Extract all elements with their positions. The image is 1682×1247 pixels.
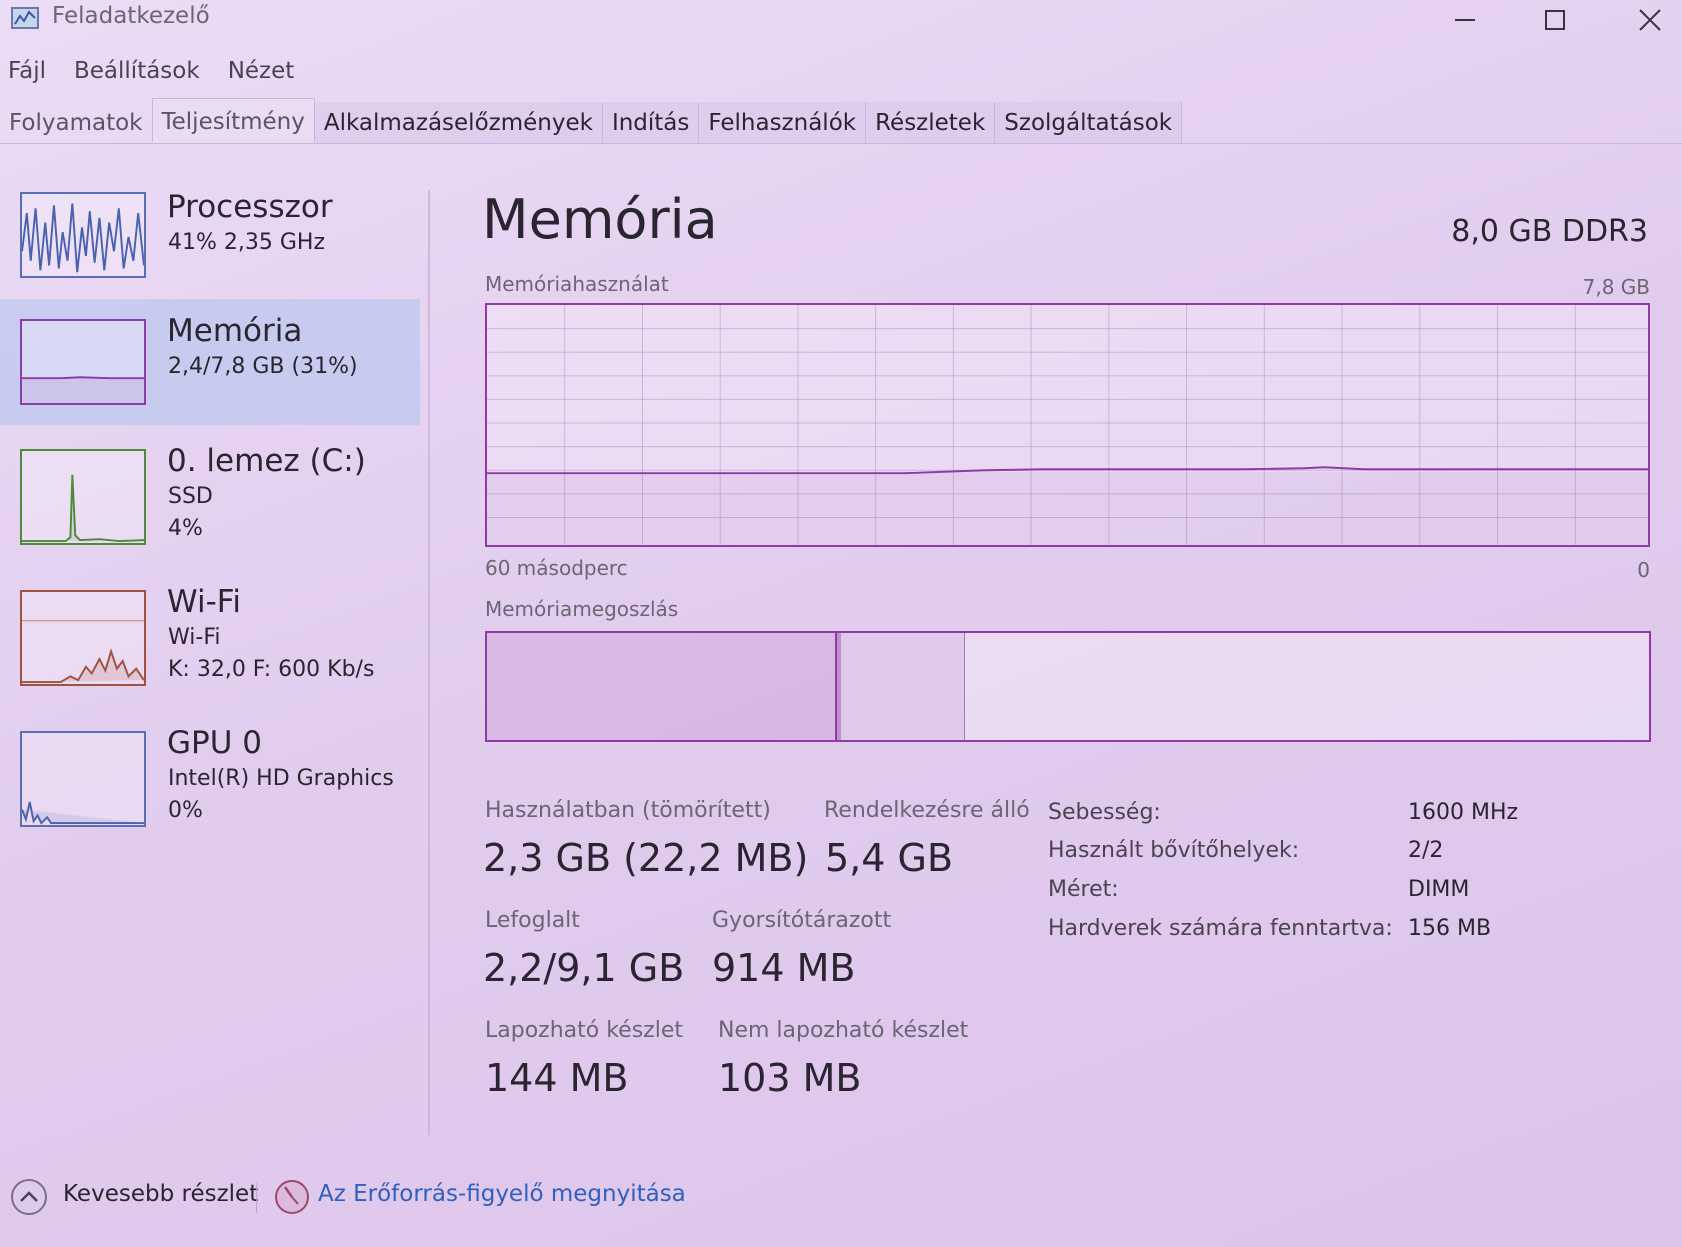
available-label: Rendelkezésre álló [824,798,1030,823]
sidebar-disk-title: 0. lemez (C:) [167,443,366,479]
sidebar-disk-usage: 4% [168,516,203,541]
tab-users[interactable]: Felhasználók [699,102,867,143]
cached-label: Gyorsítótárazott [712,908,892,933]
paged-pool-label: Lapozható készlet [485,1018,683,1043]
gpu-mini-graph [20,731,146,827]
menu-bar: Fájl Beállítások Nézet [0,52,314,90]
tab-performance[interactable]: Teljesítmény [151,98,315,143]
prop-speed-label: Sebesség: [1048,800,1161,825]
committed-label: Lefoglalt [485,908,580,933]
nonpaged-pool-value: 103 MB [718,1056,862,1100]
resource-monitor-icon[interactable] [273,1178,311,1216]
sidebar-wifi-title: Wi-Fi [167,584,241,620]
usage-chart-label: Memóriahasználat [485,272,669,296]
sidebar-gpu-usage: 0% [168,798,203,823]
maximize-button[interactable] [1525,2,1585,38]
window-title: Feladatkezelő [52,3,210,29]
nonpaged-pool-label: Nem lapozható készlet [718,1018,969,1043]
task-manager-app-icon [10,4,42,32]
memory-spec: 8,0 GB DDR3 [1451,214,1648,249]
paged-pool-value: 144 MB [485,1056,629,1100]
prop-form-factor-value: DIMM [1408,877,1470,902]
prop-hardware-reserved-value: 156 MB [1408,916,1492,941]
minimize-icon [1455,19,1475,21]
prop-hardware-reserved-label: Hardverek számára fenntartva: [1048,916,1393,941]
disk-mini-graph [20,449,146,545]
fewer-details-link[interactable]: Kevesebb részlet [63,1181,258,1207]
sidebar-cpu-detail: 41% 2,35 GHz [168,230,326,255]
sidebar-wifi-throughput: K: 32,0 F: 600 Kb/s [168,657,375,682]
wifi-mini-graph [20,590,146,686]
tab-services[interactable]: Szolgáltatások [995,102,1183,143]
tab-processes[interactable]: Folyamatok [0,102,152,143]
footer-bar: Kevesebb részlet Az Erőforrás-figyelő me… [0,1173,800,1221]
composition-free[interactable] [965,633,1649,740]
in-use-label: Használatban (tömörített) [485,798,771,823]
close-icon [1639,9,1661,31]
prop-slots-value: 2/2 [1408,838,1444,863]
cached-value: 914 MB [712,946,856,990]
composition-chart-label: Memóriamegoszlás [485,597,679,621]
memory-composition-chart [485,631,1651,742]
open-resource-monitor-link[interactable]: Az Erőforrás-figyelő megnyitása [318,1181,686,1207]
sidebar-item-memory[interactable]: Memória 2,4/7,8 GB (31%) [0,299,420,425]
sidebar-item-disk[interactable]: 0. lemez (C:) SSD 4% [0,429,420,565]
title-bar: Feladatkezelő [0,0,1682,40]
tab-app-history[interactable]: Alkalmazáselőzmények [314,102,603,143]
cpu-mini-graph [20,192,146,278]
prop-form-factor-label: Méret: [1048,877,1119,902]
prop-slots-label: Használt bővítőhelyek: [1048,838,1300,863]
sidebar-memory-detail: 2,4/7,8 GB (31%) [168,354,358,379]
menu-view[interactable]: Nézet [220,52,303,90]
chevron-up-icon[interactable] [10,1178,48,1216]
composition-standby[interactable] [841,633,965,740]
available-value: 5,4 GB [825,836,954,880]
close-button[interactable] [1620,2,1680,38]
memory-usage-chart [485,303,1650,547]
sidebar-gpu-name: Intel(R) HD Graphics [168,766,394,791]
menu-file[interactable]: Fájl [0,52,54,90]
maximize-icon [1545,10,1565,30]
sidebar-memory-title: Memória [167,313,303,349]
menu-settings[interactable]: Beállítások [66,52,208,90]
sidebar-item-wifi[interactable]: Wi-Fi Wi-Fi K: 32,0 F: 600 Kb/s [0,570,420,706]
performance-sidebar: Processzor 41% 2,35 GHz Memória 2,4/7,8 … [0,175,420,1135]
sidebar-cpu-title: Processzor [167,189,333,225]
sidebar-wifi-name: Wi-Fi [168,625,221,650]
sidebar-disk-type: SSD [168,484,213,509]
sidebar-gpu-title: GPU 0 [167,725,262,761]
committed-value: 2,2/9,1 GB [483,946,685,990]
usage-chart-min-label: 0 [1637,558,1650,582]
prop-speed-value: 1600 MHz [1408,800,1519,825]
page-title: Memória [482,188,718,251]
sidebar-item-gpu[interactable]: GPU 0 Intel(R) HD Graphics 0% [0,711,420,847]
tab-details[interactable]: Részletek [866,102,996,143]
sidebar-divider[interactable] [428,190,430,1135]
minimize-button[interactable] [1435,2,1495,38]
memory-mini-graph [20,319,146,405]
sidebar-item-cpu[interactable]: Processzor 41% 2,35 GHz [0,175,420,295]
footer-separator [256,1183,257,1213]
usage-chart-time-label: 60 másodperc [485,556,628,580]
composition-in-use[interactable] [487,633,837,740]
usage-chart-max-label: 7,8 GB [1582,275,1650,299]
in-use-value: 2,3 GB (22,2 MB) [483,836,809,880]
tab-bar: Folyamatok Teljesítmény Alkalmazáselőzmé… [0,98,1682,144]
tab-startup[interactable]: Indítás [602,102,700,143]
